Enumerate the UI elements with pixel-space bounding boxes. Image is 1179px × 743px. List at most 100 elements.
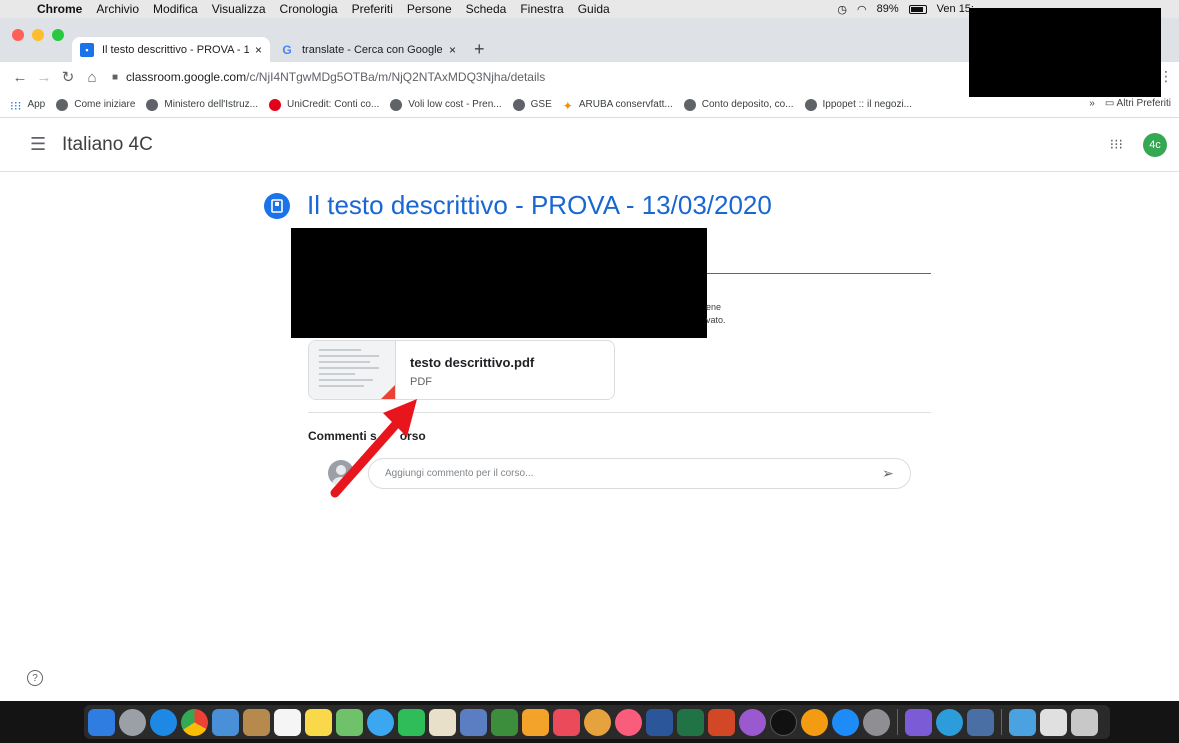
music-icon[interactable] (615, 708, 642, 736)
bookmark-label: Ministero dell'Istruz... (164, 99, 258, 110)
script-editor-icon[interactable] (429, 708, 456, 736)
comment-input[interactable]: Aggiungi commento per il corso... (368, 458, 911, 489)
apple-tv-icon[interactable] (770, 708, 797, 736)
mac-dock (0, 701, 1179, 743)
menu-scheda[interactable]: Scheda (459, 2, 514, 16)
podcasts-icon[interactable] (739, 708, 766, 736)
google-apps-icon[interactable]: ⁝⁝⁝ (1110, 136, 1123, 153)
favorites-app-icon[interactable] (905, 708, 932, 736)
bookmark-label: Conto deposito, co... (701, 99, 794, 110)
reload-icon[interactable]: ↻ (56, 68, 80, 86)
assignment-title: Il testo descrittivo - PROVA - 13/03/202… (307, 190, 772, 220)
facetime-icon[interactable] (398, 708, 425, 736)
tab-classroom[interactable]: ▪ Il testo descrittivo - PROVA - 13/ × (72, 37, 270, 62)
forward-icon[interactable]: → (32, 69, 56, 86)
menu-preferiti[interactable]: Preferiti (345, 2, 400, 16)
menu-chrome[interactable]: Chrome (30, 2, 89, 16)
keynote-icon[interactable] (522, 708, 549, 736)
system-preferences-icon[interactable] (863, 708, 890, 736)
menu-cronologia[interactable]: Cronologia (273, 2, 345, 16)
globe-icon (512, 98, 525, 111)
notes-icon[interactable] (305, 708, 332, 736)
image-capture-icon[interactable] (967, 708, 994, 736)
dock-separator (1001, 709, 1002, 735)
redaction-box (291, 228, 707, 338)
chrome-menu-icon[interactable]: ⋮ (1159, 68, 1173, 85)
class-name[interactable]: Italiano 4C (62, 134, 153, 156)
messages-icon[interactable] (367, 708, 394, 736)
acrobat-icon[interactable] (553, 708, 580, 736)
photos-icon[interactable] (584, 708, 611, 736)
wifi-icon[interactable]: ◠ (857, 3, 867, 16)
menu-modifica[interactable]: Modifica (146, 2, 205, 16)
bookmark-app[interactable]: ⁝⁝⁝ App (10, 99, 45, 113)
bookmark-unicredit[interactable]: UniCredit: Conti co... (269, 98, 379, 111)
tab-translate[interactable]: G translate - Cerca con Google × (272, 37, 464, 62)
address-bar[interactable]: ■ classroom.google.com/c/NjI4NTgwMDg5OTB… (112, 65, 545, 89)
globe-icon (390, 98, 403, 111)
bookmark-voli[interactable]: Voli low cost - Pren... (390, 98, 502, 111)
document-icon[interactable] (1040, 708, 1067, 736)
battery-icon[interactable] (908, 4, 927, 14)
preview-icon[interactable] (212, 708, 239, 736)
battery-percent[interactable]: 89% (877, 3, 899, 15)
menu-icon[interactable]: ☰ (30, 134, 46, 155)
chrome-icon[interactable] (181, 708, 208, 736)
redaction-box (969, 8, 1161, 97)
zoom-window-button[interactable] (52, 29, 64, 41)
new-tab-button[interactable]: + (474, 39, 485, 60)
bookmark-gse[interactable]: GSE (512, 98, 552, 111)
close-icon[interactable]: × (449, 43, 456, 57)
bookmark-ministero[interactable]: Ministero dell'Istruz... (146, 98, 258, 111)
safari-icon[interactable] (150, 708, 177, 736)
word-icon[interactable] (646, 708, 673, 736)
bookmark-ippopet[interactable]: Ippopet :: il negozi... (804, 98, 912, 111)
trash-icon[interactable] (1071, 708, 1098, 736)
other-bookmarks-button[interactable]: ▭ Altri Preferiti (1105, 98, 1171, 109)
classroom-icon: ▪ (80, 42, 94, 57)
home-icon[interactable]: ⌂ (80, 69, 104, 86)
help-icon[interactable]: ? (27, 670, 43, 686)
books-icon[interactable] (801, 708, 828, 736)
powerpoint-icon[interactable] (708, 708, 735, 736)
bookmark-come-iniziare[interactable]: Come iniziare (56, 98, 135, 111)
address-host: classroom.google.com (126, 70, 247, 84)
bookmark-label: GSE (530, 99, 552, 110)
menu-visualizza[interactable]: Visualizza (205, 2, 273, 16)
menu-finestra[interactable]: Finestra (513, 2, 570, 16)
bookmarks-overflow-button[interactable]: » (1089, 98, 1095, 109)
red-arrow-annotation (330, 399, 417, 498)
finder-icon[interactable] (88, 708, 115, 736)
bookmarks-right: » ▭ Altri Preferiti (1089, 98, 1171, 109)
lock-icon[interactable]: ■ (112, 72, 118, 83)
assignment-icon (264, 193, 290, 219)
menu-persone[interactable]: Persone (400, 2, 459, 16)
close-window-button[interactable] (12, 29, 24, 41)
globe-icon (146, 98, 159, 111)
excel-icon[interactable] (677, 708, 704, 736)
globe-icon (683, 98, 696, 111)
app-store-icon[interactable] (832, 708, 859, 736)
back-icon[interactable]: ← (8, 69, 32, 86)
tab-label: translate - Cerca con Google (302, 43, 443, 56)
calendar-icon[interactable] (274, 708, 301, 736)
instructions-fragment: ene (706, 302, 722, 312)
edge-icon[interactable] (936, 708, 963, 736)
bookmark-conto-deposito[interactable]: Conto deposito, co... (683, 98, 794, 111)
launchpad-icon[interactable] (119, 708, 146, 736)
menu-archivio[interactable]: Archivio (89, 2, 146, 16)
account-avatar[interactable]: 4c (1143, 133, 1167, 157)
textedit-icon[interactable] (460, 708, 487, 736)
downloads-folder-icon[interactable] (1009, 708, 1036, 736)
maps-icon[interactable] (336, 708, 363, 736)
minimize-window-button[interactable] (32, 29, 44, 41)
menu-guida[interactable]: Guida (571, 2, 617, 16)
numbers-icon[interactable] (491, 708, 518, 736)
bookmark-aruba[interactable]: ✦ ARUBA conservfatt... (562, 98, 673, 113)
contacts-icon[interactable] (243, 708, 270, 736)
send-icon[interactable]: ➢ (882, 465, 894, 482)
bookmark-label: ARUBA conservfatt... (578, 99, 673, 110)
time-machine-icon[interactable]: ◷ (837, 3, 847, 16)
aruba-icon: ✦ (562, 98, 573, 113)
close-icon[interactable]: × (255, 43, 262, 57)
